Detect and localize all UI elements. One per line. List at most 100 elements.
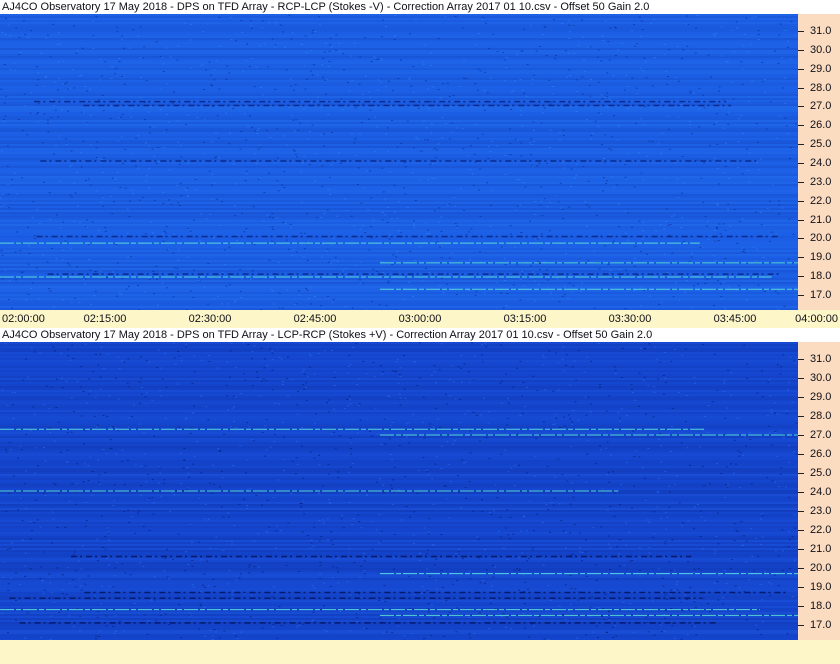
noise-speckle (631, 30, 634, 32)
noise-band (0, 92, 798, 94)
noise-speckle (516, 139, 519, 141)
noise-speckle (761, 61, 764, 63)
y-tick-label: 17.0 (810, 618, 832, 631)
noise-speckle (251, 58, 254, 59)
noise-speckle (96, 560, 99, 562)
noise-speckle (52, 346, 55, 348)
noise-speckle (689, 92, 692, 94)
noise-band (0, 286, 798, 288)
noise-speckle (282, 459, 285, 461)
noise-speckle (114, 178, 117, 180)
noise-speckle (335, 34, 338, 36)
noise-band (0, 56, 798, 58)
noise-speckle (468, 481, 471, 483)
noise-speckle (271, 389, 274, 391)
noise-speckle (734, 439, 736, 441)
noise-speckle (724, 418, 727, 419)
noise-speckle (453, 440, 456, 442)
noise-speckle (102, 172, 105, 173)
noise-speckle (139, 26, 142, 28)
noise-band (0, 182, 798, 184)
noise-speckle (266, 499, 269, 501)
noise-speckle (296, 626, 299, 628)
noise-speckle (109, 439, 112, 441)
noise-speckle (126, 232, 129, 234)
noise-speckle (98, 79, 101, 81)
noise-speckle (211, 198, 214, 200)
noise-speckle (56, 527, 59, 528)
noise-speckle (516, 205, 519, 207)
noise-speckle (44, 460, 47, 462)
noise-speckle (503, 59, 506, 61)
noise-speckle (33, 235, 36, 236)
noise-speckle (718, 183, 721, 185)
noise-speckle (578, 547, 581, 549)
noise-speckle (692, 571, 695, 573)
noise-band (0, 290, 798, 292)
noise-speckle (137, 285, 139, 286)
noise-speckle (7, 24, 10, 26)
noise-band (0, 408, 798, 410)
noise-band (0, 256, 798, 258)
x-tick-label: 02:30:00 (188, 313, 232, 325)
noise-speckle (638, 456, 641, 458)
noise-speckle (6, 404, 9, 406)
noise-speckle (761, 599, 764, 601)
noise-speckle (69, 359, 72, 361)
noise-speckle (761, 536, 764, 538)
noise-speckle (456, 475, 459, 477)
noise-speckle (0, 206, 3, 207)
noise-speckle (309, 366, 312, 368)
noise-speckle (475, 124, 478, 125)
noise-speckle (534, 300, 537, 302)
noise-speckle (539, 204, 542, 206)
noise-speckle (365, 373, 368, 375)
noise-speckle (190, 427, 193, 429)
noise-speckle (765, 128, 768, 130)
noise-speckle (538, 615, 540, 617)
noise-speckle (787, 445, 790, 447)
noise-speckle (164, 417, 167, 419)
noise-speckle (129, 47, 132, 49)
noise-speckle (715, 240, 718, 242)
noise-speckle (743, 344, 746, 346)
noise-speckle (271, 226, 274, 228)
noise-speckle (312, 64, 315, 66)
noise-speckle (14, 619, 17, 621)
noise-speckle (569, 105, 572, 107)
noise-speckle (788, 567, 791, 569)
noise-speckle (155, 620, 158, 622)
noise-speckle (331, 301, 334, 303)
noise-speckle (231, 465, 234, 467)
noise-speckle (173, 357, 176, 359)
noise-speckle (790, 58, 793, 60)
noise-speckle (224, 249, 226, 251)
noise-speckle (713, 158, 716, 160)
noise-speckle (375, 529, 378, 531)
noise-speckle (265, 130, 268, 132)
noise-speckle (572, 410, 575, 412)
noise-speckle (347, 82, 349, 84)
noise-speckle (112, 426, 114, 428)
noise-speckle (315, 217, 318, 219)
noise-speckle (499, 516, 502, 518)
noise-speckle (740, 520, 743, 522)
noise-speckle (162, 63, 165, 65)
noise-speckle (39, 526, 42, 528)
noise-speckle (261, 627, 264, 629)
noise-speckle (144, 142, 147, 144)
noise-speckle (235, 635, 238, 637)
noise-speckle (89, 184, 92, 186)
noise-speckle (491, 140, 494, 142)
noise-speckle (76, 380, 79, 382)
noise-speckle (680, 442, 683, 444)
noise-speckle (215, 536, 218, 538)
noise-speckle (523, 406, 526, 408)
noise-speckle (57, 32, 60, 34)
noise-speckle (534, 213, 537, 215)
noise-speckle (89, 88, 92, 90)
noise-speckle (84, 86, 87, 88)
noise-speckle (581, 560, 583, 562)
noise-speckle (689, 587, 692, 589)
noise-speckle (320, 609, 323, 611)
